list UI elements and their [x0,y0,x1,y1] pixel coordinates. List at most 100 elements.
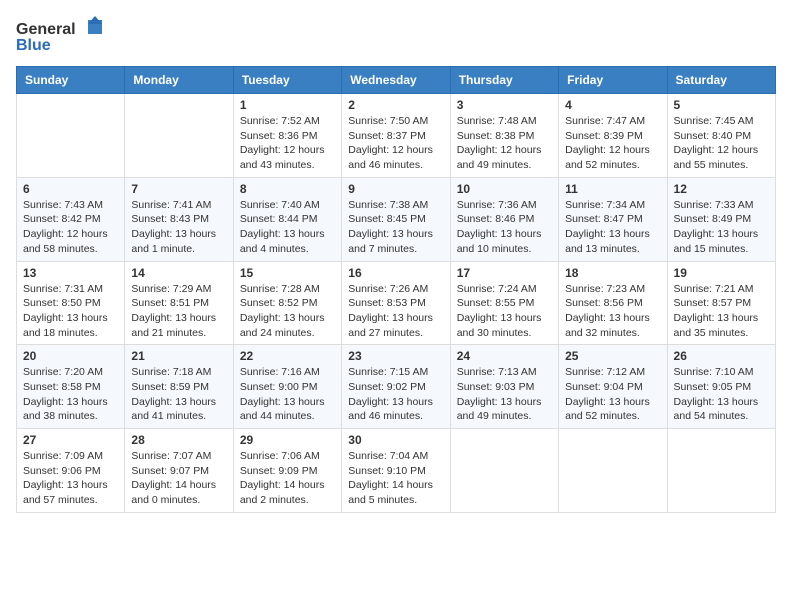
day-number: 2 [348,98,443,112]
day-info: Sunrise: 7:52 AM Sunset: 8:36 PM Dayligh… [240,114,335,173]
day-info: Sunrise: 7:48 AM Sunset: 8:38 PM Dayligh… [457,114,552,173]
calendar-cell [450,429,558,513]
calendar-cell: 23 Sunrise: 7:15 AM Sunset: 9:02 PM Dayli… [342,345,450,429]
day-number: 28 [131,433,226,447]
calendar-cell: 15 Sunrise: 7:28 AM Sunset: 8:52 PM Dayli… [233,261,341,345]
calendar-week-row: 13Sunrise: 7:31 AM Sunset: 8:50 PM Dayli… [17,261,776,345]
day-number: 17 [457,266,552,280]
calendar-cell: 6 Sunrise: 7:43 AM Sunset: 8:42 PM Daylig… [17,177,125,261]
calendar-cell: 26 Sunrise: 7:10 AM Sunset: 9:05 PM Dayli… [667,345,775,429]
calendar-cell: 21 Sunrise: 7:18 AM Sunset: 8:59 PM Dayli… [125,345,233,429]
calendar-cell: 5Sunrise: 7:45 AM Sunset: 8:40 PM Daylig… [667,94,775,178]
calendar-cell: 22 Sunrise: 7:16 AM Sunset: 9:00 PM Dayli… [233,345,341,429]
day-number: 5 [674,98,769,112]
day-info: Sunrise: 7:20 AM Sunset: 8:58 PM Dayligh… [23,365,118,424]
day-header-thursday: Thursday [450,67,558,94]
calendar-cell: 3 Sunrise: 7:48 AM Sunset: 8:38 PM Daylig… [450,94,558,178]
calendar-week-row: 27 Sunrise: 7:09 AM Sunset: 9:06 PM Dayli… [17,429,776,513]
day-info: Sunrise: 7:16 AM Sunset: 9:00 PM Dayligh… [240,365,335,424]
calendar-cell: 29 Sunrise: 7:06 AM Sunset: 9:09 PM Dayli… [233,429,341,513]
calendar-cell: 4 Sunrise: 7:47 AM Sunset: 8:39 PM Daylig… [559,94,667,178]
day-info: Sunrise: 7:43 AM Sunset: 8:42 PM Dayligh… [23,198,118,257]
day-info: Sunrise: 7:18 AM Sunset: 8:59 PM Dayligh… [131,365,226,424]
calendar-cell: 28Sunrise: 7:07 AM Sunset: 9:07 PM Dayli… [125,429,233,513]
calendar-cell: 18 Sunrise: 7:23 AM Sunset: 8:56 PM Dayli… [559,261,667,345]
day-number: 3 [457,98,552,112]
svg-text:Blue: Blue [16,37,51,54]
day-number: 30 [348,433,443,447]
day-header-friday: Friday [559,67,667,94]
svg-text:General: General [16,21,76,38]
calendar-cell [667,429,775,513]
day-info: Sunrise: 7:24 AM Sunset: 8:55 PM Dayligh… [457,282,552,341]
day-info: Sunrise: 7:04 AM Sunset: 9:10 PM Dayligh… [348,449,443,508]
day-info: Sunrise: 7:12 AM Sunset: 9:04 PM Dayligh… [565,365,660,424]
day-info: Sunrise: 7:26 AM Sunset: 8:53 PM Dayligh… [348,282,443,341]
day-number: 6 [23,182,118,196]
day-number: 10 [457,182,552,196]
logo-svg: GeneralBlue [16,16,106,54]
day-info: Sunrise: 7:36 AM Sunset: 8:46 PM Dayligh… [457,198,552,257]
day-info: Sunrise: 7:23 AM Sunset: 8:56 PM Dayligh… [565,282,660,341]
day-info: Sunrise: 7:13 AM Sunset: 9:03 PM Dayligh… [457,365,552,424]
day-number: 14 [131,266,226,280]
day-number: 12 [674,182,769,196]
calendar-cell [125,94,233,178]
day-number: 26 [674,349,769,363]
calendar-cell: 16Sunrise: 7:26 AM Sunset: 8:53 PM Dayli… [342,261,450,345]
day-header-wednesday: Wednesday [342,67,450,94]
day-info: Sunrise: 7:34 AM Sunset: 8:47 PM Dayligh… [565,198,660,257]
day-header-monday: Monday [125,67,233,94]
calendar-cell: 8Sunrise: 7:40 AM Sunset: 8:44 PM Daylig… [233,177,341,261]
day-number: 7 [131,182,226,196]
day-number: 29 [240,433,335,447]
day-number: 22 [240,349,335,363]
day-info: Sunrise: 7:40 AM Sunset: 8:44 PM Dayligh… [240,198,335,257]
calendar-week-row: 1 Sunrise: 7:52 AM Sunset: 8:36 PM Daylig… [17,94,776,178]
calendar-cell: 30 Sunrise: 7:04 AM Sunset: 9:10 PM Dayli… [342,429,450,513]
day-info: Sunrise: 7:28 AM Sunset: 8:52 PM Dayligh… [240,282,335,341]
calendar-cell: 9 Sunrise: 7:38 AM Sunset: 8:45 PM Daylig… [342,177,450,261]
calendar-cell: 24 Sunrise: 7:13 AM Sunset: 9:03 PM Dayli… [450,345,558,429]
calendar-cell: 27 Sunrise: 7:09 AM Sunset: 9:06 PM Dayli… [17,429,125,513]
day-info: Sunrise: 7:33 AM Sunset: 8:49 PM Dayligh… [674,198,769,257]
day-number: 4 [565,98,660,112]
calendar-cell [559,429,667,513]
calendar-header-row: SundayMondayTuesdayWednesdayThursdayFrid… [17,67,776,94]
day-number: 24 [457,349,552,363]
day-info: Sunrise: 7:47 AM Sunset: 8:39 PM Dayligh… [565,114,660,173]
calendar-cell: 7Sunrise: 7:41 AM Sunset: 8:43 PM Daylig… [125,177,233,261]
calendar-cell: 19Sunrise: 7:21 AM Sunset: 8:57 PM Dayli… [667,261,775,345]
day-info: Sunrise: 7:38 AM Sunset: 8:45 PM Dayligh… [348,198,443,257]
day-number: 9 [348,182,443,196]
calendar-cell: 13Sunrise: 7:31 AM Sunset: 8:50 PM Dayli… [17,261,125,345]
day-number: 11 [565,182,660,196]
calendar-table: SundayMondayTuesdayWednesdayThursdayFrid… [16,66,776,513]
day-number: 15 [240,266,335,280]
day-header-saturday: Saturday [667,67,775,94]
day-number: 21 [131,349,226,363]
day-number: 23 [348,349,443,363]
day-header-sunday: Sunday [17,67,125,94]
day-number: 13 [23,266,118,280]
calendar-cell: 10 Sunrise: 7:36 AM Sunset: 8:46 PM Dayli… [450,177,558,261]
calendar-week-row: 6 Sunrise: 7:43 AM Sunset: 8:42 PM Daylig… [17,177,776,261]
day-number: 18 [565,266,660,280]
calendar-cell: 2 Sunrise: 7:50 AM Sunset: 8:37 PM Daylig… [342,94,450,178]
logo: GeneralBlue [16,16,106,54]
calendar-cell: 1 Sunrise: 7:52 AM Sunset: 8:36 PM Daylig… [233,94,341,178]
day-info: Sunrise: 7:21 AM Sunset: 8:57 PM Dayligh… [674,282,769,341]
day-info: Sunrise: 7:29 AM Sunset: 8:51 PM Dayligh… [131,282,226,341]
day-number: 1 [240,98,335,112]
day-info: Sunrise: 7:09 AM Sunset: 9:06 PM Dayligh… [23,449,118,508]
day-number: 27 [23,433,118,447]
day-header-tuesday: Tuesday [233,67,341,94]
day-info: Sunrise: 7:50 AM Sunset: 8:37 PM Dayligh… [348,114,443,173]
day-info: Sunrise: 7:06 AM Sunset: 9:09 PM Dayligh… [240,449,335,508]
day-info: Sunrise: 7:10 AM Sunset: 9:05 PM Dayligh… [674,365,769,424]
day-number: 20 [23,349,118,363]
calendar-cell: 17 Sunrise: 7:24 AM Sunset: 8:55 PM Dayli… [450,261,558,345]
calendar-cell: 25Sunrise: 7:12 AM Sunset: 9:04 PM Dayli… [559,345,667,429]
day-info: Sunrise: 7:15 AM Sunset: 9:02 PM Dayligh… [348,365,443,424]
calendar-body: 1 Sunrise: 7:52 AM Sunset: 8:36 PM Daylig… [17,94,776,513]
